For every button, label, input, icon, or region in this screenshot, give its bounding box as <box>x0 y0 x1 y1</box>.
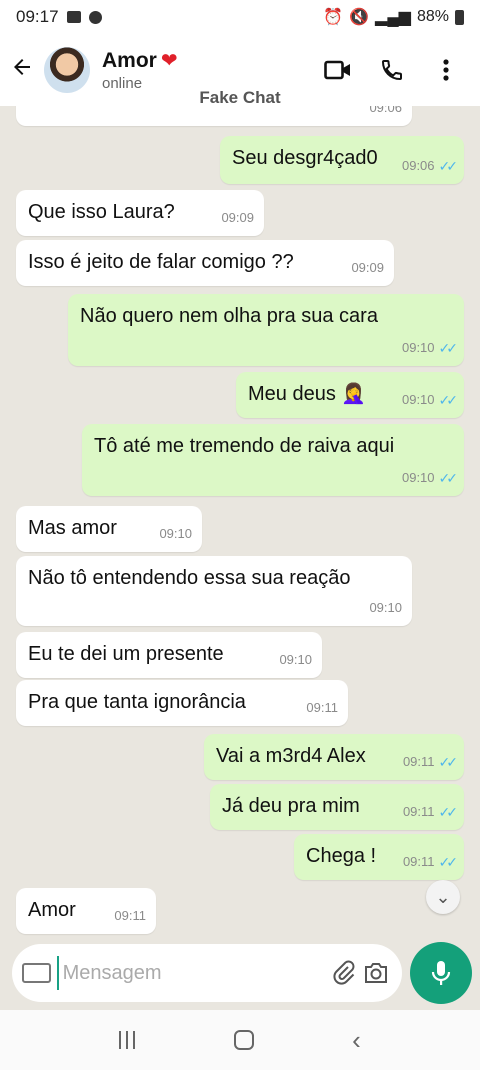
avatar[interactable] <box>44 47 90 93</box>
message-meta: 09:10 ✓✓ <box>401 388 459 412</box>
video-call-icon[interactable] <box>324 56 352 84</box>
message-time: 09:11 <box>402 754 435 769</box>
message-time: 09:11 <box>306 700 338 715</box>
message-bubble[interactable]: Amor 09:11 <box>16 888 156 934</box>
message-time: 09:10 <box>279 652 312 667</box>
attach-icon[interactable] <box>328 956 360 990</box>
heart-icon: ❤ <box>160 50 178 72</box>
video-notification-icon <box>66 11 81 23</box>
message-meta: 09:11 ✓✓ <box>402 800 459 824</box>
recent-apps-button[interactable] <box>119 1031 136 1049</box>
read-ticks-icon: ✓✓ <box>438 854 459 870</box>
message-time: 09:10 <box>159 526 192 541</box>
message-meta: 09:09 <box>221 206 254 230</box>
read-ticks-icon: ✓✓ <box>438 470 459 486</box>
message-time: 09:10 <box>369 600 402 615</box>
read-ticks-icon: ✓✓ <box>438 804 459 820</box>
message-bubble[interactable]: Seu desgr4çad0 09:06 ✓✓ <box>220 136 464 184</box>
status-bar: 09:17 ⏰ 🔇 ▂▄▆ 88% <box>0 0 480 34</box>
message-bubble[interactable]: Eu te dei um presente 09:10 <box>16 632 322 678</box>
battery-icon <box>455 9 464 25</box>
message-input[interactable] <box>56 956 328 990</box>
message-text: Não quero nem olha pra sua cara <box>80 305 378 327</box>
message-meta: 09:11 <box>114 904 146 928</box>
alarm-icon: ⏰ <box>323 9 344 26</box>
back-button[interactable]: ‹ <box>352 1025 361 1056</box>
message-meta: 09:10 <box>369 596 402 620</box>
message-meta: 09:10 ✓✓ <box>401 336 459 360</box>
message-meta: 09:11 ✓✓ <box>402 850 459 874</box>
message-time: 09:06 <box>401 158 435 173</box>
dnd-icon <box>88 10 102 24</box>
system-nav-bar: ‹ <box>0 1010 480 1070</box>
read-ticks-icon: ✓✓ <box>438 158 459 174</box>
read-ticks-icon: ✓✓ <box>438 340 459 356</box>
message-time: 09:06 <box>369 106 402 115</box>
phone-icon[interactable] <box>378 56 406 84</box>
scroll-down-button[interactable]: ⌄ <box>426 880 460 914</box>
message-bubble[interactable]: Vai a m3rd4 Alex 09:11 ✓✓ <box>204 734 464 780</box>
message-bubble[interactable]: Meu deus 🤦‍♀️ 09:10 ✓✓ <box>236 372 464 418</box>
signal-icon: ▂▄▆ <box>375 9 411 26</box>
message-bubble[interactable]: Tô até me tremendo de raiva aqui 09:10 ✓✓ <box>82 424 464 496</box>
message-time: 09:11 <box>402 804 435 819</box>
chat-area[interactable]: 09:06 Seu desgr4çad0 09:06 ✓✓ Que isso La… <box>0 106 480 940</box>
message-text: Tô até me tremendo de raiva aqui <box>94 435 395 457</box>
home-button[interactable] <box>233 1030 254 1050</box>
message-bubble-partial: 09:06 <box>16 106 412 126</box>
watermark-label: Fake Chat <box>199 88 281 107</box>
message-input-bar <box>12 944 402 1002</box>
message-time: 09:10 <box>401 340 435 355</box>
message-meta: 09:09 <box>351 256 384 280</box>
keyboard-icon[interactable] <box>22 963 51 983</box>
message-bubble[interactable]: Que isso Laura? 09:09 <box>16 190 264 236</box>
microphone-button[interactable] <box>410 942 472 1004</box>
status-time: 09:17 <box>16 7 59 26</box>
mute-icon: 🔇 <box>349 9 370 26</box>
read-ticks-icon: ✓✓ <box>438 392 459 408</box>
message-text: Não tô entendendo essa sua reação <box>28 567 351 589</box>
message-time: 09:10 <box>401 470 435 485</box>
message-bubble[interactable]: Já deu pra mim 09:11 ✓✓ <box>210 784 464 830</box>
message-text: Isso é jeito de falar comigo ?? <box>28 251 294 273</box>
message-bubble[interactable]: Não tô entendendo essa sua reação 09:10 <box>16 556 412 626</box>
message-bubble[interactable]: Isso é jeito de falar comigo ?? 09:09 <box>16 240 394 286</box>
message-bubble[interactable]: Mas amor 09:10 <box>16 506 202 552</box>
message-text: Que isso Laura? <box>28 201 175 223</box>
message-meta: 09:10 <box>159 522 192 546</box>
contact-name: Amor <box>102 49 157 72</box>
message-bubble[interactable]: Não quero nem olha pra sua cara 09:10 ✓✓ <box>68 294 464 366</box>
camera-icon[interactable] <box>360 956 392 990</box>
message-time: 09:10 <box>401 392 435 407</box>
message-bubble[interactable]: Pra que tanta ignorância 09:11 <box>16 680 348 726</box>
message-meta: 09:11 ✓✓ <box>402 750 459 774</box>
arrow-left-icon[interactable] <box>0 55 44 86</box>
message-time: 09:11 <box>114 908 146 923</box>
more-vertical-icon[interactable] <box>432 56 460 84</box>
message-time: 09:09 <box>351 260 384 275</box>
contact-info[interactable]: Amor ❤ online <box>102 48 178 92</box>
battery-percent: 88% <box>416 8 449 25</box>
message-composer <box>0 940 480 1010</box>
message-text: Pra que tanta ignorância <box>28 691 246 713</box>
message-time: 09:09 <box>221 210 254 225</box>
read-ticks-icon: ✓✓ <box>438 754 459 770</box>
message-meta: 09:11 <box>306 696 338 720</box>
message-bubble[interactable]: Chega ! 09:11 ✓✓ <box>294 834 464 880</box>
message-meta: 09:10 ✓✓ <box>401 466 459 490</box>
message-meta: 09:10 <box>279 648 312 672</box>
double-chevron-down-icon: ⌄ <box>435 886 451 907</box>
message-time: 09:11 <box>402 854 435 869</box>
message-text: Eu te dei um presente <box>28 643 224 665</box>
microphone-icon <box>431 961 451 985</box>
message-meta: 09:06 ✓✓ <box>401 154 459 178</box>
